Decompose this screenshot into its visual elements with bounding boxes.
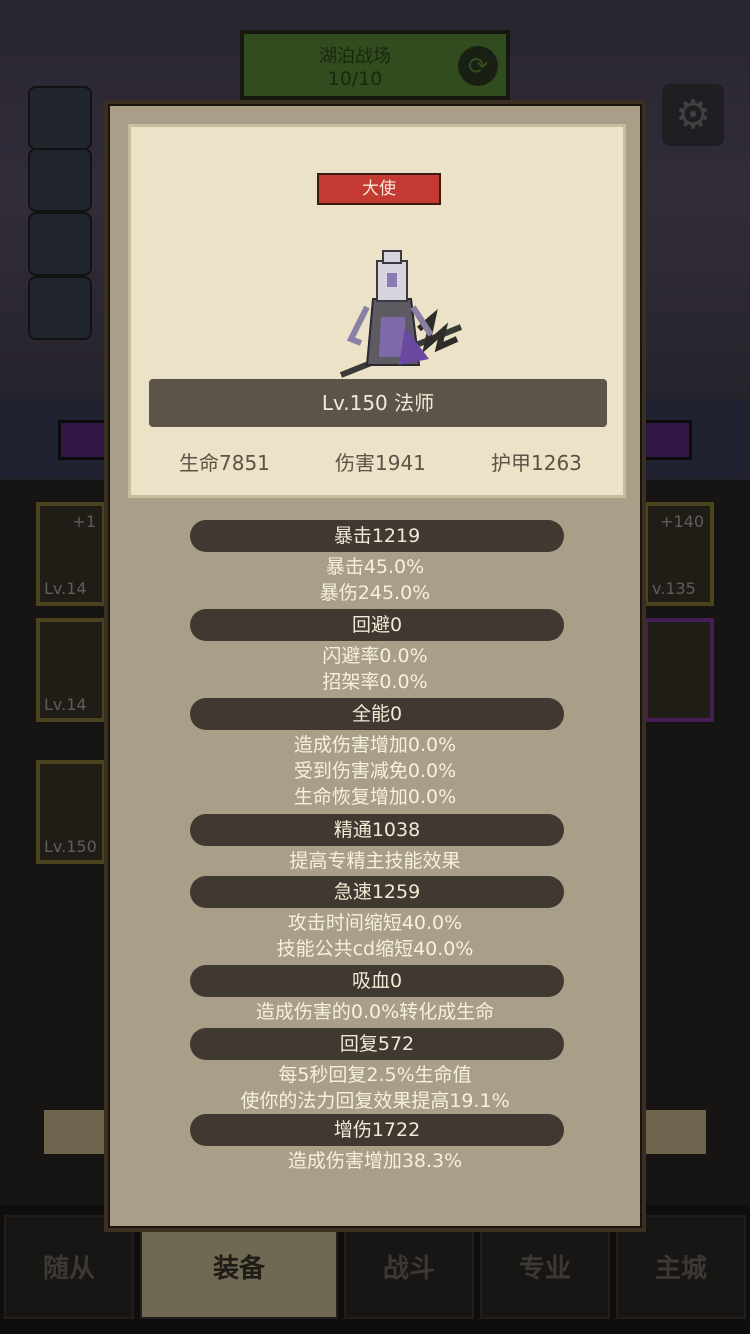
- stat-detail: 暴伤245.0%: [319, 582, 431, 604]
- damage-stat: 伤害1941: [335, 451, 426, 475]
- armor-stat: 护甲1263: [491, 451, 582, 475]
- mage-character-portrait: [339, 250, 463, 378]
- stat-detail: 招架率0.0%: [322, 671, 428, 693]
- stat-detail: 造成伤害增加38.3%: [287, 1150, 463, 1172]
- lifesteal-header: 吸血0: [190, 965, 564, 997]
- stat-detail: 暴击45.0%: [325, 556, 425, 578]
- stat-detail: 闪避率0.0%: [322, 645, 428, 667]
- stat-detail: 攻击时间缩短40.0%: [287, 912, 463, 934]
- haste-header: 急速1259: [190, 876, 564, 908]
- character-stats-modal: 大使 Lv.150 法师 生命7851 伤害1941 护甲1263 暴击1219…: [104, 100, 646, 1232]
- stat-detail: 造成伤害增加0.0%: [293, 734, 457, 756]
- mastery-header: 精通1038: [190, 814, 564, 846]
- character-card: 大使 Lv.150 法师 生命7851 伤害1941 护甲1263: [128, 124, 626, 498]
- rank-badge: 大使: [317, 173, 441, 205]
- stat-detail: 受到伤害减免0.0%: [293, 760, 457, 782]
- regen-header: 回复572: [190, 1028, 564, 1060]
- avoidance-header: 回避0: [190, 609, 564, 641]
- damage-boost-header: 增伤1722: [190, 1114, 564, 1146]
- stat-detail: 每5秒回复2.5%生命值: [278, 1064, 472, 1086]
- stat-detail: 生命恢复增加0.0%: [293, 786, 457, 808]
- stat-detail: 使你的法力回复效果提高19.1%: [240, 1090, 510, 1112]
- level-class-banner: Lv.150 法师: [149, 379, 607, 427]
- crit-header: 暴击1219: [190, 520, 564, 552]
- stat-detail: 提高专精主技能效果: [289, 850, 461, 872]
- hp-stat: 生命7851: [179, 451, 270, 475]
- stat-detail: 造成伤害的0.0%转化成生命: [255, 1001, 495, 1023]
- versatility-header: 全能0: [190, 698, 564, 730]
- stat-detail: 技能公共cd缩短40.0%: [276, 938, 474, 960]
